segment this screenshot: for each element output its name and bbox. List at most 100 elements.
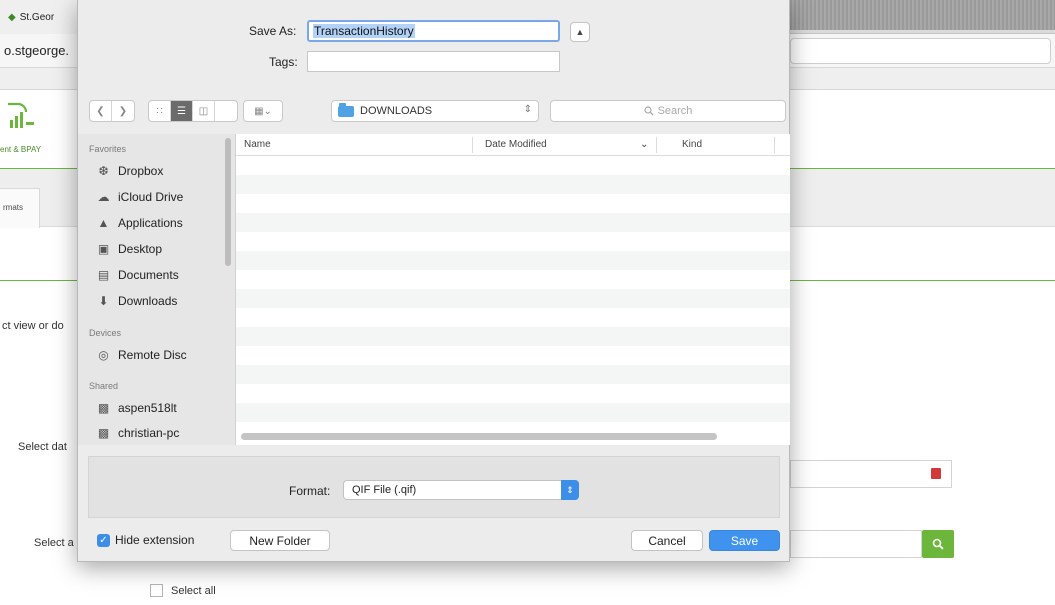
column-kind[interactable]: Kind [682,139,702,150]
sidebar-item-label: Desktop [118,242,163,256]
format-select[interactable]: QIF File (.qif) ⇕ [343,480,579,500]
sidebar: Favorites ❆ Dropbox ☁ iCloud Drive ▲ App… [78,134,236,445]
search-icon [932,538,944,550]
new-folder-button[interactable]: New Folder [230,530,330,551]
sidebar-item-label: christian-pc [118,426,180,440]
list-item [236,175,790,194]
tab-formats[interactable]: rmats [0,188,40,228]
sidebar-item-dropbox[interactable]: ❆ Dropbox [95,161,163,181]
save-button[interactable]: Save [709,530,780,551]
computer-icon: ▩ [97,426,110,440]
nav-label[interactable]: ent & BPAY [0,145,41,154]
list-item [236,194,790,213]
horizontal-scrollbar[interactable] [241,433,717,440]
format-label: Format: [289,484,331,498]
list-item [236,308,790,327]
hide-extension-checkbox[interactable]: ✓ Hide extension [97,533,194,547]
columns-icon: ◫ [198,105,209,117]
column-date-modified[interactable]: Date Modified [485,139,547,150]
dropbox-icon: ❆ [98,164,109,178]
search-input[interactable]: Search [550,100,786,122]
column-divider [656,137,657,153]
gallery-icon: ▦⌄ [254,105,272,117]
sidebar-item-label: Applications [118,216,183,230]
forward-button[interactable]: ❯ [112,101,134,121]
grid-icon: ∷ [156,105,163,117]
sidebar-item-label: Remote Disc [118,348,187,362]
calendar-icon[interactable] [931,468,941,479]
chevron-left-icon: ❮ [96,105,105,117]
group-cell: ▦⌄ [244,101,282,121]
sidebar-item-label: aspen518lt [118,401,177,415]
sidebar-item-desktop[interactable]: ▣ Desktop [95,239,162,259]
column-divider [472,137,473,153]
back-forward-buttons: ❮ ❯ [89,100,135,122]
select-all-checkbox[interactable] [150,584,163,597]
tags-input[interactable] [307,51,560,72]
view-mode-buttons: ∷ ☰ ◫ [148,100,238,122]
location-label: DOWNLOADS [360,105,433,117]
select-date-label: Select dat [18,441,67,453]
search-icon [643,106,654,116]
sidebar-item-label: iCloud Drive [118,190,184,204]
favicon-icon: ◆ [8,11,16,23]
chevron-right-icon: ❯ [118,105,128,117]
select-account-label: Select a [34,537,74,549]
sidebar-item-icloud-drive[interactable]: ☁ iCloud Drive [95,187,184,207]
list-icon: ☰ [177,105,186,117]
list-item [236,251,790,270]
chevron-up-icon: ▲ [575,27,585,37]
payments-icon[interactable] [6,100,38,130]
dialog-footer: ✓ Hide extension New Folder Cancel Save [78,527,791,557]
format-value: QIF File (.qif) [352,484,417,496]
cancel-button[interactable]: Cancel [631,530,703,551]
search-placeholder: Search [657,105,693,117]
location-popup[interactable]: DOWNLOADS ⇕ [331,100,539,122]
file-list-header: Name Date Modified ⌄ Kind [236,134,790,156]
list-item [236,403,790,422]
checkmark-icon: ✓ [97,533,110,547]
updown-arrows-icon: ⇕ [523,104,532,115]
date-field[interactable] [790,460,952,488]
group-view-button[interactable]: ▦⌄ [243,100,283,122]
collapse-dialog-button[interactable]: ▲ [570,22,590,42]
save-as-input[interactable]: TransactionHistory [307,20,560,42]
back-button[interactable]: ❮ [90,101,112,121]
sidebar-item-christian-pc[interactable]: ▩ christian-pc [95,423,180,443]
spacer-cell [215,101,237,121]
devices-heading: Devices [89,328,122,338]
list-item [236,213,790,232]
downloads-icon: ⬇ [98,294,109,308]
list-item [236,327,790,346]
save-as-value: TransactionHistory [313,24,415,38]
computer-icon: ▩ [97,401,110,415]
sidebar-item-downloads[interactable]: ⬇ Downloads [95,291,177,311]
list-item [236,232,790,251]
page-search-field[interactable] [790,530,922,558]
updown-arrows-icon: ⇕ [561,480,579,500]
page-search-button[interactable] [922,530,954,558]
tags-label: Tags: [269,55,298,69]
url-text[interactable]: o.stgeorge. [4,43,69,58]
column-view-button[interactable]: ◫ [193,101,215,121]
icon-view-button[interactable]: ∷ [149,101,171,121]
list-view-button[interactable]: ☰ [171,101,193,121]
applications-icon: ▲ [97,216,110,230]
browser-tab[interactable]: ◆ St.Geor [0,0,80,34]
sidebar-item-aspen518lt[interactable]: ▩ aspen518lt [95,398,177,418]
chevron-down-icon[interactable]: ⌄ [640,139,648,150]
sidebar-item-applications[interactable]: ▲ Applications [95,213,183,233]
cloud-icon: ☁ [97,190,110,204]
list-item [236,270,790,289]
select-all-label: Select all [171,585,216,597]
sidebar-scrollbar[interactable] [225,138,231,266]
url-field[interactable] [790,38,1051,64]
sidebar-item-documents[interactable]: ▤ Documents [95,265,179,285]
tabbar-stripe [790,0,1055,30]
folder-icon [338,102,354,117]
column-divider [774,137,775,153]
favorites-heading: Favorites [89,144,127,154]
column-name[interactable]: Name [244,139,271,150]
sidebar-item-remote-disc[interactable]: ◎ Remote Disc [95,345,187,365]
documents-icon: ▤ [97,268,110,282]
